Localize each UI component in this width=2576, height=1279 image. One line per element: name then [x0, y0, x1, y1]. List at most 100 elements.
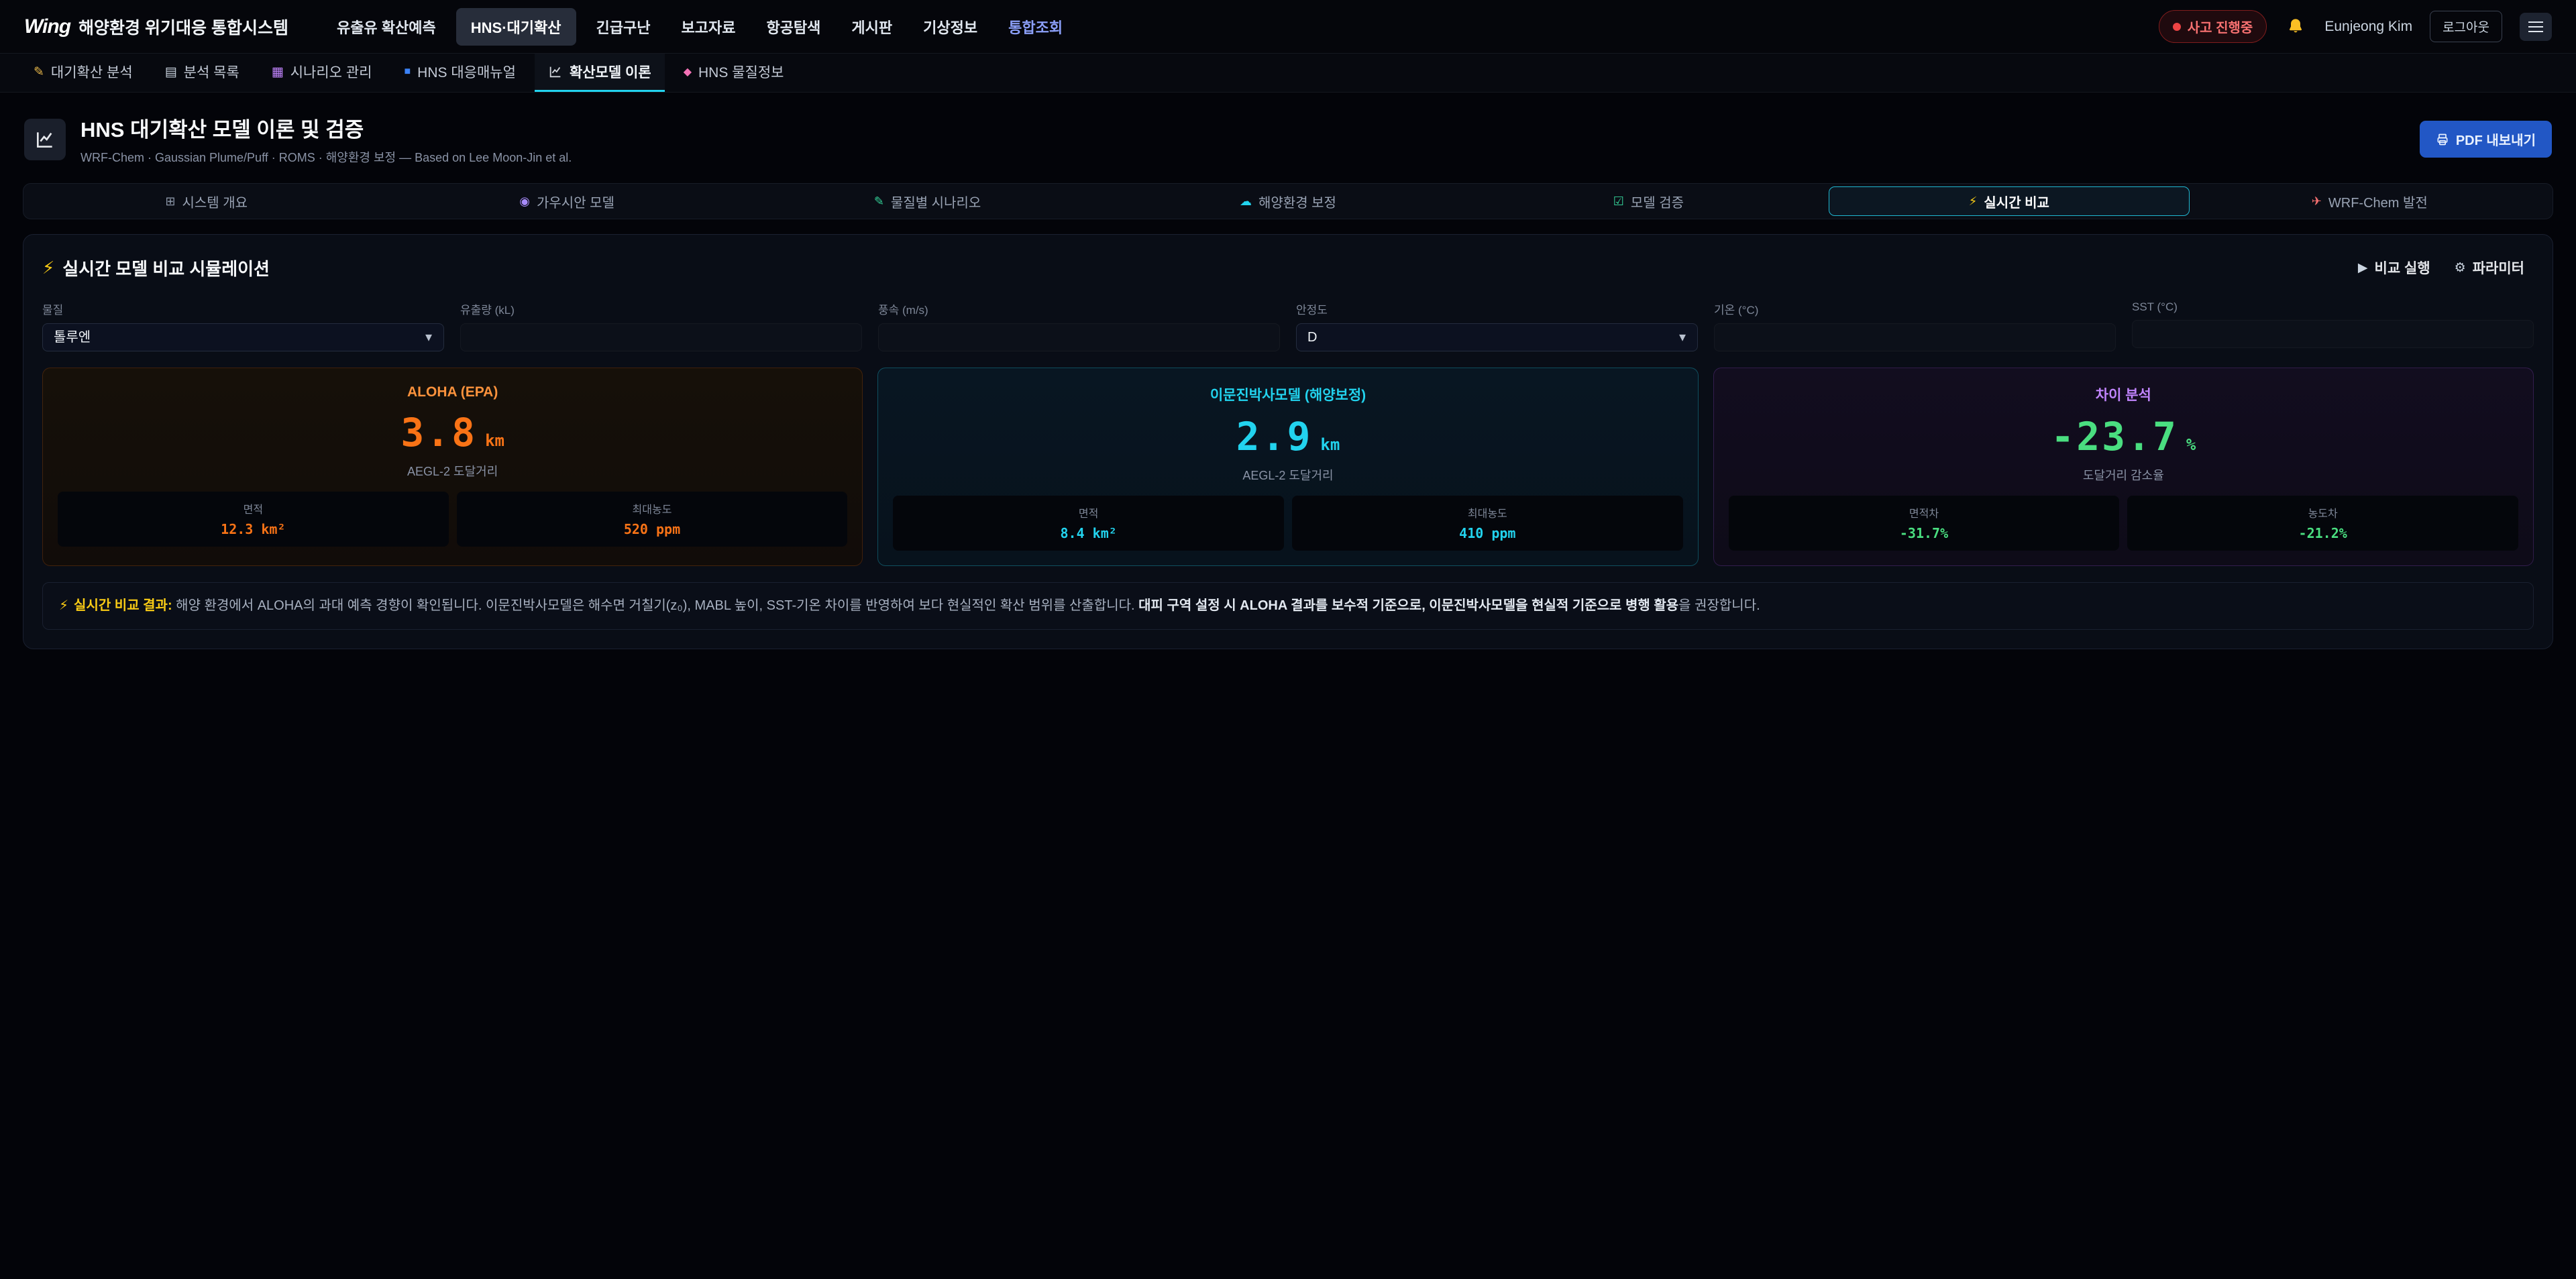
wind-speed-input[interactable]	[878, 323, 1280, 351]
field-wind-speed: 풍속 (m/s)	[878, 300, 1280, 351]
tab-realtime-comparison[interactable]: ⚡ 실시간 비교	[1829, 186, 2189, 216]
area-stat: 면적 8.4 km²	[893, 496, 1284, 551]
subnav-item-model-theory[interactable]: 확산모델 이론	[535, 54, 665, 92]
nav-item-integrated-search[interactable]: 통합조회	[998, 8, 1073, 46]
tab-model-validation[interactable]: ☑ 모델 검증	[1468, 186, 1829, 216]
sst-input[interactable]	[2132, 320, 2534, 348]
tab-label: 가우시안 모델	[537, 192, 614, 211]
tab-gaussian-model[interactable]: ◉ 가우시안 모델	[386, 186, 747, 216]
hamburger-menu-icon[interactable]	[2520, 13, 2552, 41]
incident-badge-label: 사고 진행중	[2188, 17, 2253, 36]
card-stats: 면적 12.3 km² 최대농도 520 ppm	[58, 492, 847, 547]
brand-logo[interactable]: Wing 해양환경 위기대응 통합시스템	[24, 15, 288, 39]
stat-label: 면적	[63, 500, 443, 516]
panel-header: ⚡ 실시간 모델 비교 시뮬레이션 ▶ 비교 실행 ⚙ 파라미터	[42, 252, 2534, 283]
subnav-label: 대기확산 분석	[51, 62, 133, 82]
incident-dot-icon	[2173, 23, 2181, 31]
note-tail: 을 권장합니다.	[1678, 598, 1760, 613]
subnav-label: HNS 물질정보	[698, 62, 784, 82]
subnav-label: HNS 대응매뉴얼	[417, 62, 516, 82]
distance-unit: km	[1320, 435, 1340, 454]
distance-value: 2.9	[1236, 414, 1313, 459]
concentration-diff-stat: 농도차 -21.2%	[2127, 496, 2518, 551]
stat-label: 면적	[898, 504, 1279, 520]
field-air-temp: 기온 (°C)	[1714, 300, 2116, 351]
field-label: SST (°C)	[2132, 300, 2534, 314]
field-substance: 물질 톨루엔	[42, 300, 444, 351]
top-right-cluster: 사고 진행중 Eunjeong Kim 로그아웃	[2159, 10, 2552, 43]
card-caption: AEGL-2 도달거리	[893, 466, 1682, 484]
nav-item-weather[interactable]: 기상정보	[912, 8, 988, 46]
parameters-button[interactable]: ⚙ 파라미터	[2445, 252, 2534, 283]
nav-item-reports[interactable]: 보고자료	[670, 8, 746, 46]
field-label: 풍속 (m/s)	[878, 300, 1280, 317]
tab-label: 모델 검증	[1631, 192, 1684, 211]
max-concentration-stat: 최대농도 520 ppm	[457, 492, 848, 547]
tab-label: 시스템 개요	[182, 192, 248, 211]
logo-mark: Wing	[24, 15, 70, 38]
page-header: HNS 대기확산 모델 이론 및 검증 WRF-Chem · Gaussian …	[0, 93, 2576, 183]
spill-amount-input[interactable]	[460, 323, 862, 351]
subnav-item-dispersion-analysis[interactable]: ✎ 대기확산 분석	[20, 54, 146, 92]
subnav-label: 분석 목록	[184, 62, 239, 82]
subnav-item-scenario-management[interactable]: ▦ 시나리오 관리	[258, 54, 386, 92]
stat-value: -21.2%	[2133, 525, 2513, 541]
card-caption: 도달거리 감소율	[1729, 466, 2518, 484]
chart-icon	[24, 119, 66, 160]
stat-value: 8.4 km²	[898, 525, 1279, 541]
result-cards: ALOHA (EPA) 3.8 km AEGL-2 도달거리 면적 12.3 k…	[42, 368, 2534, 566]
note-bold: 대피 구역 설정 시 ALOHA 결과를 보수적 기준으로, 이문진박사모델을 …	[1138, 598, 1678, 613]
nav-item-aerial-search[interactable]: 항공탐색	[755, 8, 831, 46]
field-label: 안정도	[1296, 300, 1698, 317]
difference-analysis-card: 차이 분석 -23.7 % 도달거리 감소율 면적차 -31.7% 농도차 -2…	[1713, 368, 2534, 566]
tab-label: WRF-Chem 발전	[2328, 192, 2428, 211]
nav-item-oil-spill[interactable]: 유출유 확산예측	[326, 8, 447, 46]
notification-bell-icon[interactable]	[2284, 15, 2307, 38]
aloha-result-card: ALOHA (EPA) 3.8 km AEGL-2 도달거리 면적 12.3 k…	[42, 368, 863, 566]
nav-item-hns-dispersion[interactable]: HNS·대기확산	[456, 8, 576, 46]
stat-value: 12.3 km²	[63, 521, 443, 537]
subnav-item-hns-manual[interactable]: ■ HNS 대응매뉴얼	[390, 54, 529, 92]
card-value-row: 3.8 km	[58, 410, 847, 455]
parameters-label: 파라미터	[2473, 258, 2524, 278]
tab-label: 실시간 비교	[1984, 192, 2049, 211]
page-subtitle: WRF-Chem · Gaussian Plume/Puff · ROMS · …	[80, 148, 572, 166]
incident-status-badge: 사고 진행중	[2159, 10, 2267, 43]
nav-item-board[interactable]: 게시판	[841, 8, 903, 46]
check-icon: ☑	[1613, 194, 1624, 209]
tab-wrf-chem[interactable]: ✈ WRF-Chem 발전	[2190, 186, 2550, 216]
subnav-item-analysis-list[interactable]: ▤ 분석 목록	[152, 54, 253, 92]
book-icon: ■	[404, 66, 411, 78]
subnav-item-hns-substance-info[interactable]: ◆ HNS 물질정보	[670, 54, 798, 92]
stat-value: -31.7%	[1734, 525, 2114, 541]
page-title: HNS 대기확산 모델 이론 및 검증	[80, 113, 572, 143]
printer-icon	[2436, 133, 2449, 146]
main-nav: 유출유 확산예측 HNS·대기확산 긴급구난 보고자료 항공탐색 게시판 기상정…	[326, 8, 1073, 46]
tab-label: 물질별 시나리오	[891, 192, 981, 211]
user-name: Eunjeong Kim	[2324, 19, 2412, 35]
run-comparison-button[interactable]: ▶ 비교 실행	[2349, 252, 2440, 283]
substance-select[interactable]: 톨루엔	[42, 323, 444, 351]
tab-substance-scenarios[interactable]: ✎ 물질별 시나리오	[747, 186, 1108, 216]
top-navbar: Wing 해양환경 위기대응 통합시스템 유출유 확산예측 HNS·대기확산 긴…	[0, 0, 2576, 54]
logout-button[interactable]: 로그아웃	[2430, 11, 2502, 42]
section-tab-bar: ⊞ 시스템 개요 ◉ 가우시안 모델 ✎ 물질별 시나리오 ☁ 해양환경 보정 …	[23, 183, 2553, 219]
max-concentration-stat: 최대농도 410 ppm	[1292, 496, 1683, 551]
nav-item-rescue[interactable]: 긴급구난	[586, 8, 661, 46]
card-stats: 면적차 -31.7% 농도차 -21.2%	[1729, 496, 2518, 551]
play-icon: ▶	[2358, 260, 2368, 276]
cloud-icon: ☁	[1240, 194, 1252, 209]
note-body: 해양 환경에서 ALOHA의 과대 예측 경향이 확인됩니다. 이문진박사모델은…	[172, 598, 1139, 613]
tab-marine-correction[interactable]: ☁ 해양환경 보정	[1108, 186, 1468, 216]
field-label: 물질	[42, 300, 444, 317]
note-lead: 실시간 비교 결과:	[74, 598, 172, 613]
distance-unit: km	[485, 431, 504, 450]
air-temp-input[interactable]	[1714, 323, 2116, 351]
stat-value: 520 ppm	[462, 521, 843, 537]
tab-system-overview[interactable]: ⊞ 시스템 개요	[26, 186, 386, 216]
lightning-icon: ⚡	[1969, 194, 1978, 209]
select-wrapper: D	[1296, 323, 1698, 351]
pdf-export-button[interactable]: PDF 내보내기	[2420, 121, 2552, 158]
stability-select[interactable]: D	[1296, 323, 1698, 351]
rocket-icon: ✈	[2312, 194, 2322, 209]
